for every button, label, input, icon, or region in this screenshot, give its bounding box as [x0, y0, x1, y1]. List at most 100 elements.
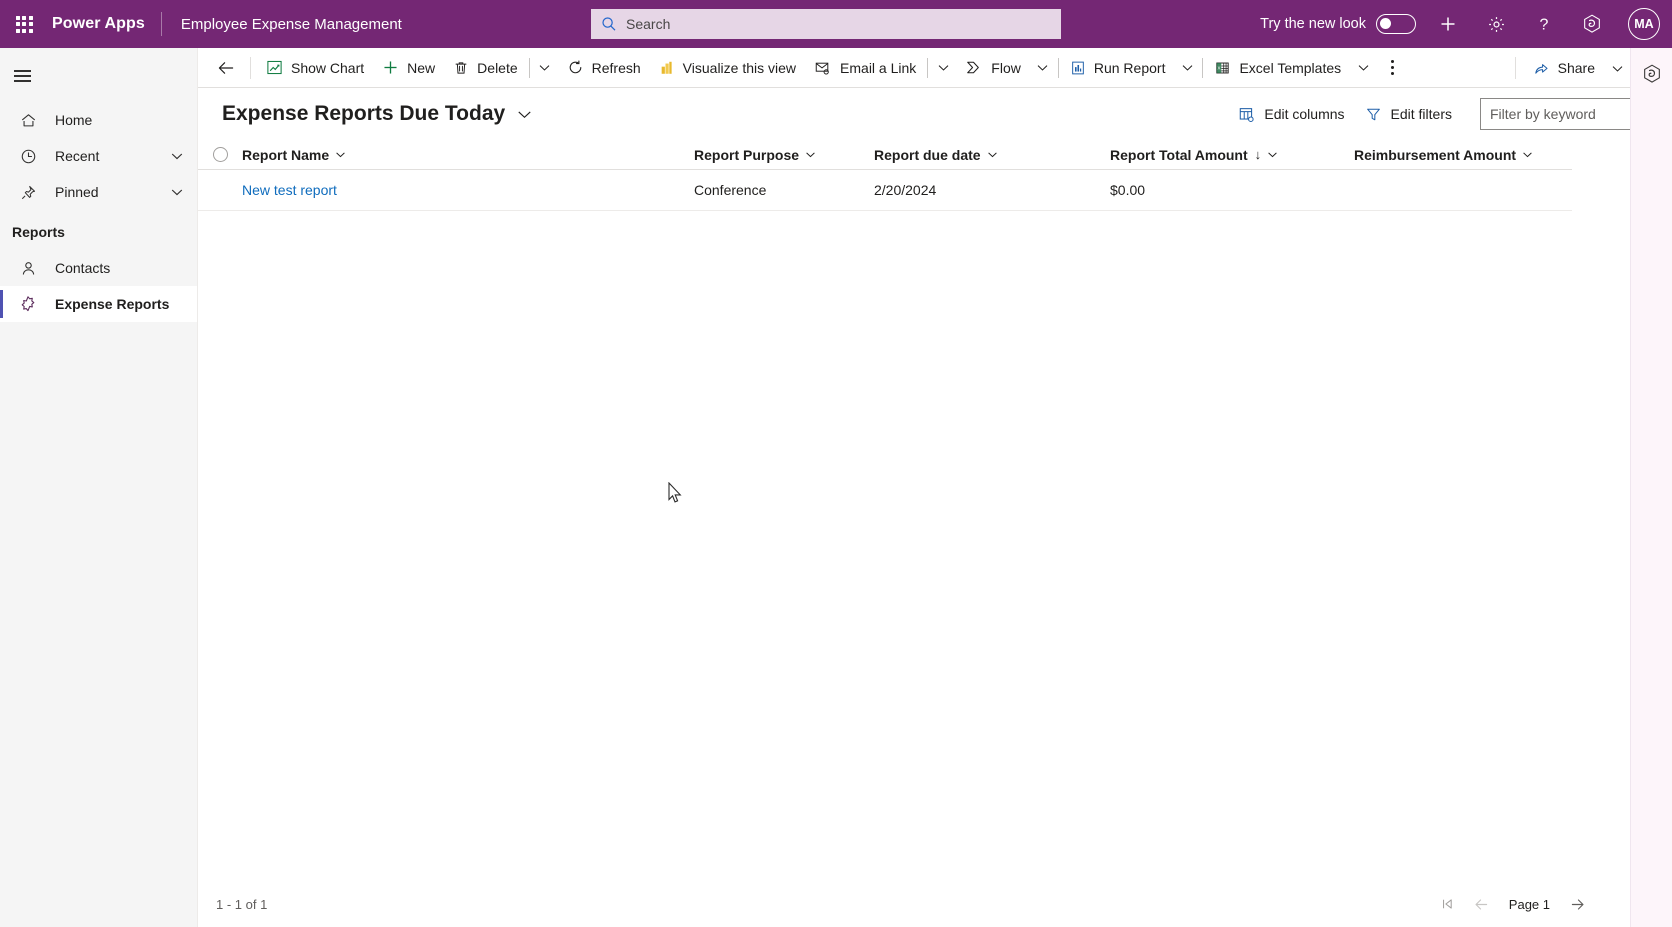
- email-a-link-caret[interactable]: [930, 50, 956, 86]
- command-bar: Show Chart New Delete Refresh Visualize …: [198, 48, 1672, 88]
- cell-report-purpose: Conference: [694, 182, 767, 198]
- sidebar-item-contacts[interactable]: Contacts: [0, 250, 197, 286]
- excel-templates-button[interactable]: X Excel Templates: [1205, 50, 1350, 86]
- email-a-link-button[interactable]: Email a Link: [805, 50, 925, 86]
- svg-text:X: X: [1218, 65, 1221, 70]
- show-chart-button[interactable]: Show Chart: [257, 50, 373, 86]
- more-options-icon: [1390, 60, 1394, 75]
- edit-columns-label: Edit columns: [1264, 106, 1345, 122]
- sidebar-item-label: Home: [55, 112, 93, 128]
- sidebar-item-label: Contacts: [55, 260, 111, 276]
- brand-label[interactable]: Power Apps: [48, 15, 161, 33]
- previous-page-icon: [1475, 898, 1488, 910]
- global-search[interactable]: Search: [591, 9, 1061, 39]
- run-report-button[interactable]: Run Report: [1061, 50, 1175, 86]
- edit-columns-button[interactable]: Edit columns: [1228, 98, 1354, 130]
- flow-icon: [967, 61, 980, 74]
- plus-icon: [384, 61, 397, 74]
- delete-button[interactable]: Delete: [444, 50, 526, 86]
- sidebar-collapse-button[interactable]: [0, 56, 197, 96]
- column-header-label: Report Purpose: [694, 146, 800, 163]
- cell-report-name[interactable]: New test report: [242, 182, 694, 198]
- help-button[interactable]: ?: [1520, 0, 1568, 48]
- command-label: Delete: [477, 59, 518, 76]
- first-page-button[interactable]: [1433, 889, 1463, 919]
- sidebar-item-pinned[interactable]: Pinned: [0, 174, 197, 210]
- sort-descending-icon: ↓: [1254, 147, 1262, 162]
- entity-icon: [19, 295, 37, 313]
- new-look-switch[interactable]: [1376, 14, 1416, 34]
- refresh-button[interactable]: Refresh: [558, 50, 650, 86]
- sidebar-item-recent[interactable]: Recent: [0, 138, 197, 174]
- back-button[interactable]: [208, 50, 244, 86]
- settings-button[interactable]: [1472, 0, 1520, 48]
- search-box[interactable]: Search: [591, 9, 1061, 39]
- sidebar-item-home[interactable]: Home: [0, 102, 197, 138]
- person-icon: [19, 260, 37, 277]
- chevron-down-icon[interactable]: [169, 148, 185, 164]
- chevron-down-icon[interactable]: [169, 184, 185, 200]
- app-launcher-button[interactable]: [0, 0, 48, 48]
- edit-filters-button[interactable]: Edit filters: [1355, 98, 1462, 130]
- visualize-this-view-button[interactable]: Visualize this view: [650, 50, 805, 86]
- column-header-report-name[interactable]: Report Name: [242, 140, 694, 170]
- copilot-button[interactable]: [1636, 58, 1668, 90]
- search-icon: [601, 16, 617, 32]
- user-avatar-button[interactable]: MA: [1616, 0, 1672, 48]
- command-label: Excel Templates: [1239, 59, 1342, 76]
- next-page-button[interactable]: [1562, 889, 1592, 919]
- command-divider: [1202, 57, 1204, 78]
- chevron-down-icon: [1523, 152, 1532, 158]
- command-label: Refresh: [591, 59, 641, 76]
- command-divider: [927, 57, 929, 78]
- new-button[interactable]: New: [373, 50, 444, 86]
- header-actions: Try the new look ? MA: [1260, 0, 1672, 48]
- copilot-icon: [1643, 64, 1660, 83]
- command-label: New: [407, 59, 436, 76]
- copilot-rail: [1630, 48, 1672, 927]
- first-page-icon: [1442, 899, 1452, 909]
- column-header-label: Reimbursement Amount: [1354, 146, 1517, 163]
- run-report-caret[interactable]: [1174, 50, 1200, 86]
- svg-text:?: ?: [1540, 17, 1549, 34]
- chevron-down-icon: [1038, 65, 1048, 71]
- main-content: Show Chart New Delete Refresh Visualize …: [198, 48, 1672, 927]
- clock-icon: [19, 148, 37, 165]
- more-commands-button[interactable]: [1376, 50, 1408, 86]
- select-all-checkbox[interactable]: [198, 147, 242, 162]
- share-caret[interactable]: [1604, 50, 1630, 86]
- flow-caret[interactable]: [1030, 50, 1056, 86]
- add-button[interactable]: [1424, 0, 1472, 48]
- next-page-icon: [1571, 898, 1584, 910]
- share-button[interactable]: Share: [1524, 50, 1604, 86]
- flow-button[interactable]: Flow: [956, 50, 1030, 86]
- select-all-circle-icon: [212, 147, 228, 162]
- column-header-reimbursement-amount[interactable]: Reimbursement Amount: [1354, 140, 1572, 170]
- view-selector-chevron-down-icon[interactable]: [516, 106, 533, 123]
- command-divider: [528, 57, 530, 78]
- column-header-report-purpose[interactable]: Report Purpose: [694, 140, 874, 170]
- power-bi-icon: [661, 61, 672, 74]
- column-header-report-due-date[interactable]: Report due date: [874, 140, 1110, 170]
- avatar: MA: [1628, 8, 1660, 40]
- power-apps-window: Power Apps Employee Expense Management S…: [0, 0, 1672, 927]
- previous-page-button[interactable]: [1467, 889, 1497, 919]
- table-row[interactable]: New test report Conference 2/20/2024 $0.…: [198, 170, 1572, 211]
- column-header-label: Report due date: [874, 146, 981, 163]
- question-mark-icon: ?: [1540, 17, 1549, 34]
- copilot-header-button[interactable]: [1568, 0, 1616, 48]
- excel-templates-caret[interactable]: [1350, 50, 1376, 86]
- try-new-look-toggle[interactable]: Try the new look: [1260, 14, 1424, 34]
- edit-columns-icon: [1240, 107, 1254, 122]
- app-name-label[interactable]: Employee Expense Management: [162, 16, 402, 33]
- excel-icon: X: [1216, 62, 1230, 73]
- show-chart-icon: [267, 60, 282, 75]
- column-header-label: Report Name: [242, 146, 330, 163]
- grid-empty-space: [198, 211, 1648, 881]
- sidebar-item-expense-reports[interactable]: Expense Reports: [0, 286, 197, 322]
- command-divider: [1057, 57, 1059, 78]
- cell-report-due-date: 2/20/2024: [874, 182, 937, 198]
- delete-caret[interactable]: [532, 50, 558, 86]
- chevron-down-icon: [806, 152, 815, 158]
- column-header-report-total-amount[interactable]: Report Total Amount ↓: [1110, 140, 1354, 170]
